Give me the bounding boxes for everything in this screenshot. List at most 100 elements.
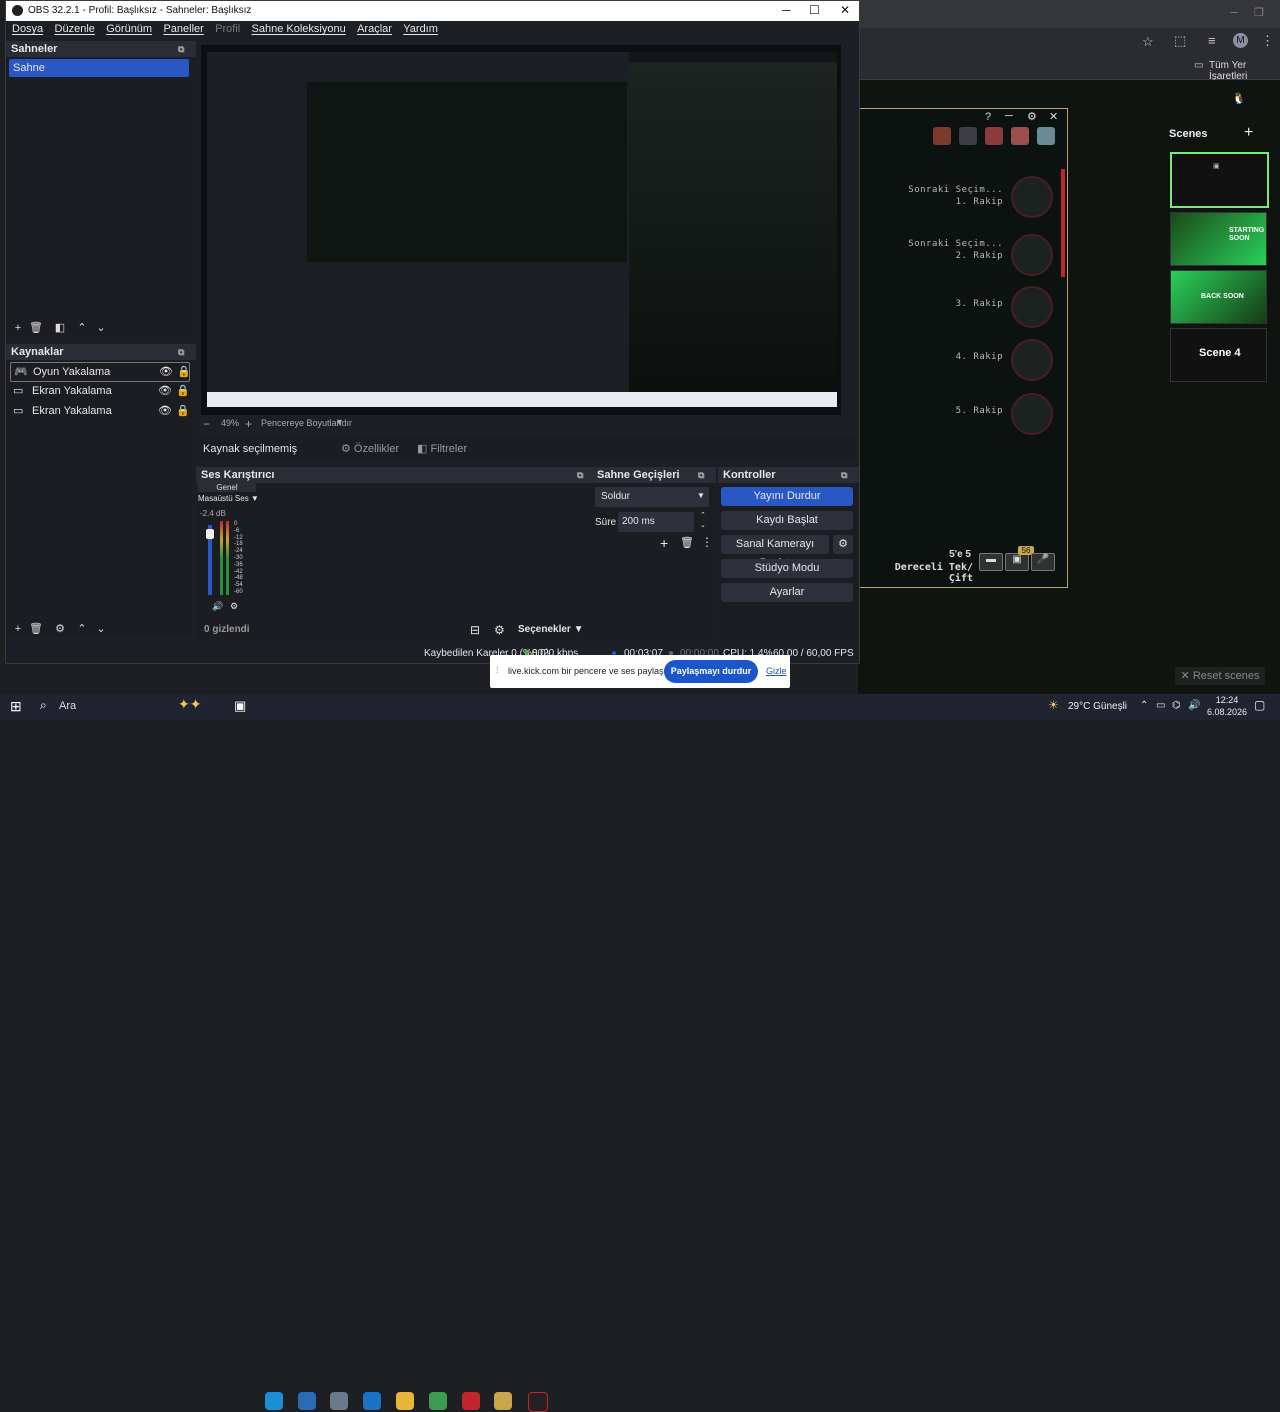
move-down-icon[interactable]: ⌄ bbox=[94, 622, 108, 636]
source-item[interactable]: 🎮 Oyun Yakalama 👁 🔒 bbox=[10, 362, 191, 382]
source-settings-icon[interactable]: ⚙ bbox=[53, 622, 67, 636]
layout-icon[interactable]: ⊟ bbox=[470, 623, 480, 637]
opponent-row[interactable]: 5. Rakip bbox=[865, 388, 1055, 438]
menu-dosya[interactable]: Dosya bbox=[12, 23, 43, 35]
champion-icon[interactable] bbox=[1011, 127, 1029, 145]
advanced-audio-icon[interactable]: ⚙ bbox=[494, 623, 505, 637]
spin-down-icon[interactable]: ⌄ bbox=[700, 521, 706, 529]
champion-icon[interactable] bbox=[959, 127, 977, 145]
options-button[interactable]: Seçenekler ▼ bbox=[518, 624, 584, 635]
transition-select[interactable]: Soldur ▼ bbox=[595, 487, 709, 507]
undock-icon[interactable]: ⧉ bbox=[178, 41, 184, 57]
opponent-row[interactable]: 3. Rakip bbox=[865, 281, 1055, 331]
file-explorer-icon[interactable] bbox=[396, 1392, 414, 1410]
network-icon[interactable]: ⌬ bbox=[1172, 700, 1181, 711]
avatar[interactable]: M bbox=[1233, 33, 1248, 48]
lock-icon[interactable]: 🔒 bbox=[177, 363, 191, 381]
move-up-icon[interactable]: ⌃ bbox=[75, 622, 89, 636]
menu-sahne-koleksiyonu[interactable]: Sahne Koleksiyonu bbox=[252, 23, 346, 35]
undock-icon[interactable]: ⧉ bbox=[841, 467, 847, 483]
chrome-icon[interactable] bbox=[429, 1392, 447, 1410]
app-icon[interactable] bbox=[330, 1392, 348, 1410]
mixer-tab[interactable]: Genel bbox=[198, 483, 256, 492]
stop-stream-button[interactable]: Yayını Durdur bbox=[721, 487, 853, 506]
source-item[interactable]: ▭ Ekran Yakalama 👁 🔒 bbox=[10, 382, 190, 400]
eye-icon[interactable]: 👁 bbox=[159, 363, 173, 381]
search-icon[interactable]: ⌕ bbox=[40, 698, 47, 713]
window-minimize[interactable]: ─ bbox=[1230, 7, 1238, 19]
eye-icon[interactable]: 👁 bbox=[158, 402, 172, 420]
filters-button[interactable]: ◧ Filtreler bbox=[417, 442, 467, 455]
add-scene-icon[interactable]: + bbox=[11, 321, 25, 335]
notifications-icon[interactable]: ▢ bbox=[1254, 698, 1265, 712]
remove-scene-icon[interactable]: 🗑 bbox=[29, 321, 43, 335]
drag-handle-icon[interactable]: ⁞ bbox=[496, 665, 499, 675]
clock-date[interactable]: 6.08.2026 bbox=[1204, 707, 1250, 717]
eye-icon[interactable]: 👁 bbox=[158, 382, 172, 400]
start-record-button[interactable]: Kaydı Başlat bbox=[721, 511, 853, 530]
close-icon[interactable]: ✕ bbox=[1049, 110, 1058, 123]
tray-icon[interactable]: ▭ bbox=[1156, 700, 1165, 711]
tray-chevron-icon[interactable]: ⌃ bbox=[1140, 700, 1148, 711]
duration-input[interactable]: 200 ms bbox=[618, 512, 694, 532]
lock-icon[interactable]: 🔒 bbox=[176, 402, 190, 420]
scene-thumb[interactable]: STARTING SOON bbox=[1170, 212, 1267, 266]
outlook-icon[interactable] bbox=[363, 1392, 381, 1410]
transition-menu-icon[interactable]: ⋮ bbox=[701, 535, 713, 549]
maximize-button[interactable]: ☐ bbox=[809, 3, 820, 17]
chat-icon[interactable]: ▬ bbox=[979, 553, 1003, 571]
champion-icon[interactable] bbox=[1037, 127, 1055, 145]
move-up-icon[interactable]: ⌃ bbox=[75, 321, 89, 335]
scene-item[interactable]: Sahne bbox=[9, 59, 189, 77]
menu-araclar[interactable]: Araçlar bbox=[357, 23, 392, 35]
calculator-icon[interactable] bbox=[298, 1392, 316, 1410]
studio-mode-button[interactable]: Stüdyo Modu bbox=[721, 559, 853, 578]
undock-icon[interactable]: ⧉ bbox=[577, 467, 583, 483]
opponent-row[interactable]: Sonraki Seçim... 2. Rakip bbox=[865, 229, 1055, 279]
bookmark-star-icon[interactable]: ☆ bbox=[1142, 34, 1154, 50]
speaker-icon[interactable]: 🔊 bbox=[212, 601, 223, 612]
window-maximize[interactable]: ❐ bbox=[1254, 6, 1264, 19]
gear-icon[interactable]: ⚙ bbox=[1027, 110, 1037, 123]
undock-icon[interactable]: ⧉ bbox=[698, 467, 704, 483]
chevron-down-icon[interactable]: ▼ bbox=[335, 417, 344, 427]
menu-profil[interactable]: Profil bbox=[215, 23, 240, 35]
source-item[interactable]: ▭ Ekran Yakalama 👁 🔒 bbox=[10, 402, 190, 420]
champion-icon[interactable] bbox=[933, 127, 951, 145]
scene-thumb[interactable]: BACK SOON bbox=[1170, 270, 1267, 324]
add-source-icon[interactable]: + bbox=[11, 622, 25, 636]
menu-paneller[interactable]: Paneller bbox=[163, 23, 203, 35]
all-bookmarks[interactable]: Tüm Yer İşaretleri bbox=[1209, 60, 1280, 82]
scene-filters-icon[interactable]: ◧ bbox=[53, 321, 67, 335]
remove-source-icon[interactable]: 🗑 bbox=[29, 622, 43, 636]
minimize-icon[interactable]: ─ bbox=[1005, 110, 1013, 122]
app-icon[interactable] bbox=[462, 1392, 480, 1410]
opponent-row[interactable]: Sonraki Seçim... 1. Rakip bbox=[865, 171, 1055, 221]
virtual-camera-button[interactable]: Sanal Kamerayı Başlat bbox=[721, 535, 829, 569]
windows-start-icon[interactable]: ⊞ bbox=[10, 698, 22, 715]
task-view-icon[interactable]: ▣ bbox=[234, 698, 246, 714]
mic-icon[interactable]: 🎤 bbox=[1031, 553, 1055, 571]
menu-icon[interactable]: ⋮ bbox=[1261, 33, 1274, 49]
spin-up-icon[interactable]: ⌃ bbox=[700, 511, 706, 519]
hide-link[interactable]: Gizle bbox=[766, 666, 787, 676]
channel-name[interactable]: Masaüstü Ses ▼ bbox=[198, 494, 259, 503]
league-icon[interactable] bbox=[494, 1392, 512, 1410]
volume-icon[interactable]: 🔊 bbox=[1188, 700, 1200, 711]
help-icon[interactable]: ? bbox=[985, 111, 991, 123]
edge-icon[interactable] bbox=[265, 1392, 283, 1410]
undock-icon[interactable]: ⧉ bbox=[178, 344, 184, 360]
zoom-in-icon[interactable]: + bbox=[245, 417, 252, 431]
volume-handle[interactable] bbox=[206, 529, 214, 539]
media-icon[interactable]: ≡ bbox=[1208, 33, 1216, 48]
menu-duzenle[interactable]: Düzenle bbox=[55, 23, 95, 35]
opponent-row[interactable]: 4. Rakip bbox=[865, 334, 1055, 384]
settings-button[interactable]: Ayarlar bbox=[721, 583, 853, 602]
remove-transition-icon[interactable]: 🗑 bbox=[680, 536, 694, 549]
search-box[interactable]: Ara bbox=[59, 700, 76, 712]
add-scene-button[interactable]: + bbox=[1244, 124, 1253, 142]
stop-sharing-button[interactable]: Paylaşmayı durdur bbox=[664, 660, 758, 683]
lock-icon[interactable]: 🔒 bbox=[176, 382, 190, 400]
minimize-button[interactable]: ─ bbox=[782, 3, 791, 17]
reset-scenes-button[interactable]: ✕ Reset scenes bbox=[1175, 667, 1265, 685]
